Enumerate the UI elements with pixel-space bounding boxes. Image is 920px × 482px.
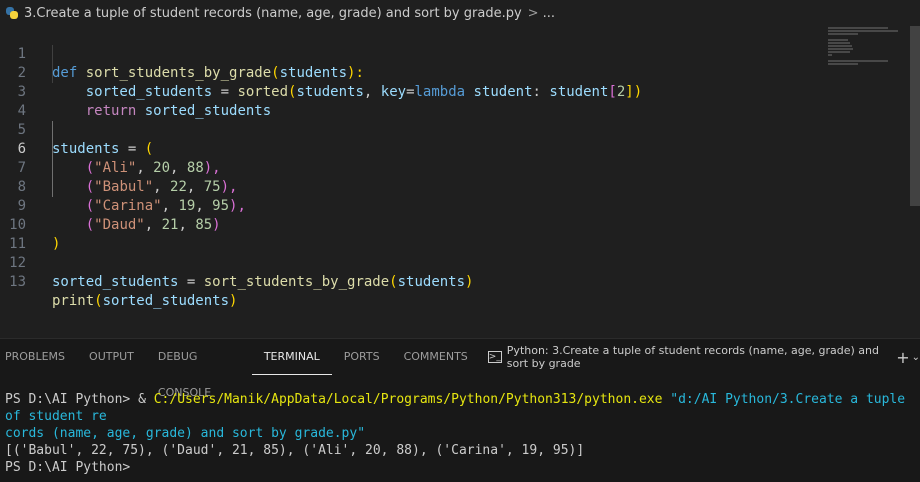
code-line-6[interactable]: 6 ("Ali", 20, 88), <box>0 121 908 176</box>
terminal-output[interactable]: PS D:\AI Python> & C:/Users/Manik/AppDat… <box>5 391 915 476</box>
code-token: print <box>52 293 95 309</box>
panel-tabs: PROBLEMS OUTPUT DEBUG CONSOLE TERMINAL P… <box>0 339 920 399</box>
code-line-5[interactable]: 5 students = ( <box>0 102 908 157</box>
breadcrumb-filename[interactable]: 3.Create a tuple of student records (nam… <box>24 6 522 21</box>
code-token: students <box>397 274 466 290</box>
tab-ports[interactable]: PORTS <box>332 339 392 375</box>
terminal-result: [('Babul', 22, 75), ('Daud', 21, 85), ('… <box>5 443 585 458</box>
new-terminal-icon[interactable]: + <box>896 348 909 367</box>
editor-scrollbar[interactable] <box>910 26 920 206</box>
code-token: ) <box>465 274 474 290</box>
code-line-7[interactable]: 7 ("Babul", 22, 75), <box>0 140 908 195</box>
code-line-12[interactable]: 12 sorted_students = sort_students_by_gr… <box>0 235 908 290</box>
code-editor[interactable]: 1 def sort_students_by_grade(students): … <box>0 26 920 338</box>
breadcrumb-chevron: > <box>527 5 539 21</box>
code-token: sort_students_by_grade <box>203 274 390 290</box>
terminal-prompt-current: PS D:\AI Python> <box>5 460 131 475</box>
code-line-4[interactable]: 4 <box>0 83 908 119</box>
line-number: 13 <box>9 274 26 290</box>
terminal-arg-continued: cords (name, age, grade) and sort by gra… <box>5 426 366 441</box>
tab-problems[interactable]: PROBLEMS <box>0 339 77 375</box>
terminal-icon: >_ <box>487 351 502 363</box>
breadcrumb-ellipsis[interactable]: ... <box>543 6 555 21</box>
terminal-exe-path: C:/Users/Manik/AppData/Local/Programs/Py… <box>153 392 663 407</box>
terminal-instance-label: Python: 3.Create a tuple of student reco… <box>506 344 879 370</box>
terminal-line: PS D:\AI Python> & C:/Users/Manik/AppDat… <box>5 391 915 425</box>
terminal-instance-tab[interactable]: >_ Python: 3.Create a tuple of student r… <box>487 344 886 370</box>
breadcrumb: 3.Create a tuple of student records (nam… <box>0 0 920 26</box>
code-token: = <box>178 274 204 290</box>
chevron-down-icon[interactable]: ⌄ <box>912 352 920 363</box>
code-line-1[interactable]: 1 def sort_students_by_grade(students): <box>0 26 908 81</box>
minimap[interactable] <box>828 26 908 86</box>
bottom-panel: PROBLEMS OUTPUT DEBUG CONSOLE TERMINAL P… <box>0 338 920 482</box>
python-file-icon <box>6 7 18 19</box>
code-line-2[interactable]: 2 sorted_students = sorted(students, key… <box>0 45 908 100</box>
terminal-prompt: PS D:\AI Python> <box>5 392 139 407</box>
tab-debug-console[interactable]: DEBUG CONSOLE <box>146 339 252 399</box>
code-token: sorted_students <box>52 274 179 290</box>
code-token: ( <box>389 274 398 290</box>
code-line-11[interactable]: 11 <box>0 216 908 252</box>
code-token: ( <box>94 293 103 309</box>
tab-comments[interactable]: COMMENTS <box>392 339 480 375</box>
tab-output[interactable]: OUTPUT <box>77 339 146 375</box>
code-line-13[interactable]: 13 print(sorted_students) <box>0 254 908 309</box>
code-line-10[interactable]: 10 ) <box>0 197 908 252</box>
code-token: ) <box>229 293 238 309</box>
code-line-8[interactable]: 8 ("Carina", 19, 95), <box>0 159 908 214</box>
terminal-amp: & <box>138 392 154 407</box>
code-line-3[interactable]: 3 return sorted_students <box>0 64 908 119</box>
code-line-9[interactable]: 9 ("Daud", 21, 85) <box>0 178 908 233</box>
tab-terminal[interactable]: TERMINAL <box>251 339 332 375</box>
code-token: sorted_students <box>102 293 230 309</box>
